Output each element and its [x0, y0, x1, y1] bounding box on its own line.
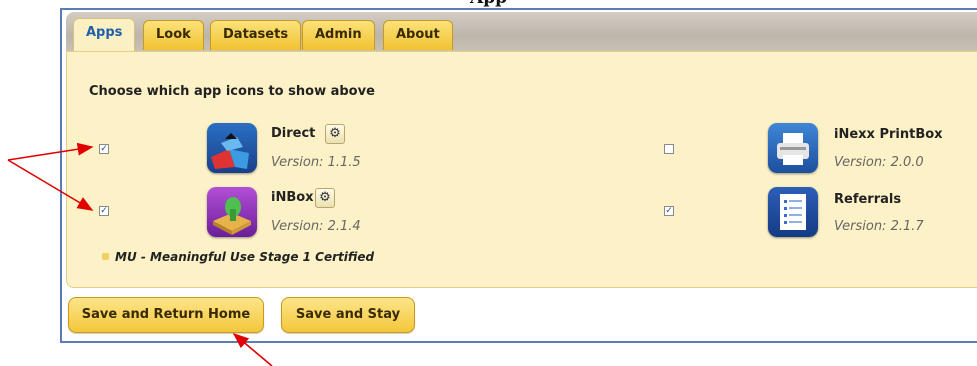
page-title: App — [0, 0, 977, 8]
app-name-inbox: iNBox — [271, 190, 314, 205]
checkbox-printbox[interactable] — [664, 144, 674, 154]
app-name-printbox: iNexx PrintBox — [834, 127, 943, 142]
checkbox-referrals[interactable]: ✓ — [664, 206, 674, 216]
tab-about[interactable]: About — [383, 20, 453, 50]
tab-datasets[interactable]: Datasets — [210, 20, 302, 50]
tab-apps[interactable]: Apps — [73, 18, 136, 51]
direct-app-icon — [207, 123, 257, 173]
tab-admin[interactable]: Admin — [302, 20, 375, 50]
save-and-return-home-button[interactable]: Save and Return Home — [68, 297, 264, 333]
section-heading: Choose which app icons to show above — [89, 84, 375, 99]
app-name-direct: Direct — [271, 126, 316, 141]
gear-icon[interactable]: ⚙ — [315, 188, 335, 208]
tab-look[interactable]: Look — [143, 20, 204, 50]
app-version-direct: Version: 1.1.5 — [271, 155, 361, 170]
app-version-inbox: Version: 2.1.4 — [271, 219, 361, 234]
checkbox-direct[interactable]: ✓ — [99, 144, 109, 154]
referrals-app-icon — [768, 187, 818, 237]
checkbox-inbox[interactable]: ✓ — [99, 206, 109, 216]
app-name-referrals: Referrals — [834, 192, 902, 207]
save-and-stay-button[interactable]: Save and Stay — [281, 297, 415, 333]
certification-marker-icon — [102, 253, 109, 260]
app-version-printbox: Version: 2.0.0 — [834, 155, 924, 170]
printer-app-icon — [768, 123, 818, 173]
gear-icon[interactable]: ⚙ — [325, 124, 345, 144]
inbox-app-icon — [207, 187, 257, 237]
app-version-referrals: Version: 2.1.7 — [834, 219, 924, 234]
certification-note: MU - Meaningful Use Stage 1 Certified — [115, 250, 375, 264]
